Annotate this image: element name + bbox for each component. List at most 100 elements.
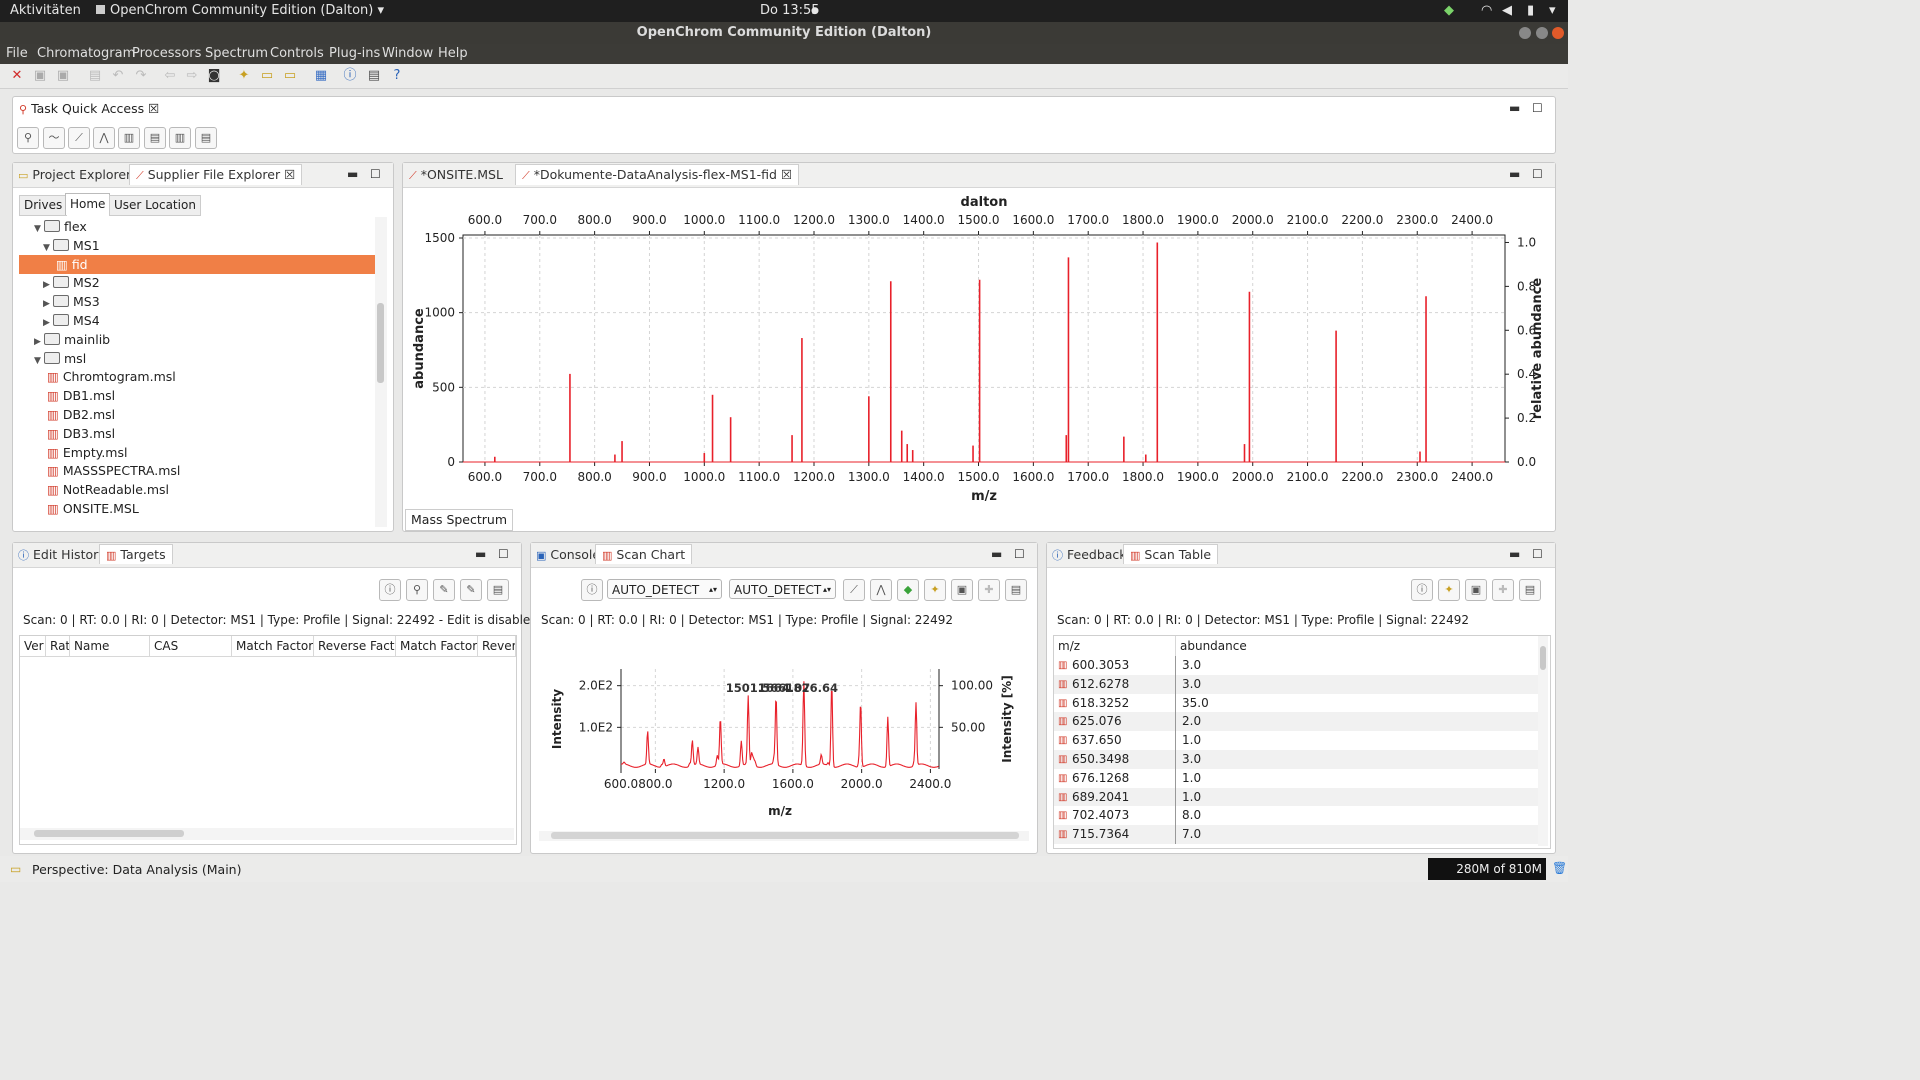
battery-icon[interactable]: ▮ (1527, 3, 1534, 18)
table-row[interactable]: ▥ 612.6278 3.0 (1054, 674, 1538, 694)
maximize-view-button[interactable]: ☐ (1532, 547, 1543, 561)
open-folder-icon[interactable]: ▭ (259, 68, 275, 84)
tab-drives[interactable]: Drives (19, 195, 68, 216)
tree-file[interactable]: ▥ DB1.msl (19, 386, 375, 405)
scrollbar-thumb[interactable] (551, 832, 1019, 839)
search-icon[interactable]: ⚲ (406, 579, 428, 601)
forward-icon[interactable]: ⇨ (184, 68, 200, 84)
save-icon[interactable]: ▣ (32, 68, 48, 84)
tag-icon[interactable]: ◆ (897, 579, 919, 601)
maximize-button[interactable] (1536, 27, 1548, 39)
col-name[interactable]: Name (70, 636, 150, 656)
tab-console[interactable]: ▣ Console (536, 547, 600, 562)
table-settings-icon[interactable]: ▤ (1005, 579, 1027, 601)
scrollbar-thumb[interactable] (34, 830, 184, 837)
camera-icon[interactable]: ◙ (206, 68, 222, 84)
minimize-view-button[interactable]: ▬ (1509, 101, 1520, 115)
spectrum-compare-icon[interactable]: ▤ (144, 127, 166, 149)
scan-chart[interactable]: 600.0 800.0 1200.0 1600.0 2000.0 2400.0 1.0E2 2… (535, 635, 1033, 831)
table-row[interactable]: ▥ 637.650 1.0 (1054, 731, 1538, 751)
tab-close-icon[interactable]: ☒ (781, 167, 792, 182)
task-quick-access-tab[interactable]: ⚲ Task Quick Access ☒ (19, 101, 159, 116)
tree-folder[interactable]: ▼ MS1 (19, 236, 375, 255)
col-reverse-factor[interactable]: Reverse Factor (314, 636, 396, 656)
table-row[interactable]: ▥ 676.1268 1.0 (1054, 768, 1538, 788)
close-icon[interactable]: ✕ (9, 68, 25, 84)
add-icon[interactable]: ✚ (978, 579, 1000, 601)
col-match-factor-2[interactable]: Match Factor (396, 636, 478, 656)
col-rat[interactable]: Rat (46, 636, 70, 656)
wand-icon[interactable]: ✦ (236, 68, 252, 84)
undo-icon[interactable]: ↶ (110, 68, 126, 84)
tab-project-explorer[interactable]: ▭ Project Explorer (18, 167, 131, 182)
minimize-view-button[interactable]: ▬ (475, 547, 486, 561)
table-row[interactable]: ▥ 618.3252 35.0 (1054, 693, 1538, 713)
maximize-view-button[interactable]: ☐ (498, 547, 509, 561)
trash-icon[interactable]: 🗑 (1552, 861, 1567, 875)
table-row[interactable]: ▥ 650.3498 3.0 (1054, 750, 1538, 769)
menu-spectrum[interactable]: Spectrum (205, 46, 268, 61)
col-mz[interactable]: m/z (1054, 636, 1176, 656)
tab-onsite-msl[interactable]: ⟋ *ONSITE.MSL (409, 167, 503, 183)
tab-close-icon[interactable]: ☒ (148, 101, 159, 116)
menu-controls[interactable]: Controls (270, 46, 324, 61)
tab-user-location[interactable]: User Location (109, 195, 201, 216)
tree-folder[interactable]: ▼ flex (19, 217, 375, 236)
scan-chart-hscrollbar[interactable] (539, 831, 1029, 841)
settings-icon[interactable]: ▤ (366, 68, 382, 84)
edit-icon[interactable]: ✎ (433, 579, 455, 601)
back-icon[interactable]: ⇦ (162, 68, 178, 84)
maximize-view-button[interactable]: ☐ (1014, 547, 1025, 561)
tree-folder[interactable]: ▶ MS3 (19, 292, 375, 311)
peak-icon[interactable]: ⋀ (93, 127, 115, 149)
menu-processors[interactable]: Processors (132, 46, 201, 61)
app-menu[interactable]: OpenChrom Community Edition (Dalton) ▾ (96, 3, 384, 18)
menu-chromatogram[interactable]: Chromatogram (37, 46, 135, 61)
signal-type-select[interactable]: AUTO_DETECT ▴▾ (607, 579, 722, 599)
tree-file[interactable]: ▥ MASSSPECTRA.msl (19, 461, 375, 480)
new-folder-icon[interactable]: ▭ (282, 68, 298, 84)
tab-scan-table[interactable]: ▥ Scan Table (1123, 544, 1219, 564)
menu-plugins[interactable]: Plug-ins (329, 46, 380, 61)
close-window-button[interactable] (1552, 27, 1564, 39)
col-cas[interactable]: CAS (150, 636, 232, 656)
wifi-icon[interactable]: ◠ (1481, 3, 1492, 18)
print-icon[interactable]: ▤ (87, 68, 103, 84)
table-settings-icon[interactable]: ▤ (195, 127, 217, 149)
volume-icon[interactable]: ◀ (1502, 3, 1512, 18)
table-row[interactable]: ▥ 702.4073 8.0 (1054, 806, 1538, 826)
tree-file[interactable]: ▥ Chromtogram.msl (19, 367, 375, 386)
menu-help[interactable]: Help (438, 46, 468, 61)
tab-edit-history[interactable]: ⓘ Edit History (18, 547, 106, 563)
menu-window[interactable]: Window (382, 46, 433, 61)
chromatogram-overview-icon[interactable]: ⚲ (17, 127, 39, 149)
col-match-factor[interactable]: Match Factor (232, 636, 314, 656)
tree-file[interactable]: ▥ Empty.msl (19, 443, 375, 462)
minimize-view-button[interactable]: ▬ (347, 167, 358, 181)
tree-folder[interactable]: ▶ mainlib (19, 330, 375, 349)
tab-mass-spectrum[interactable]: Mass Spectrum (405, 509, 514, 531)
scan-table[interactable]: m/z abundance ▥ 600.3053 3.0 ▥ 612.6278 3.0 ▥ 6… (1053, 635, 1551, 849)
targets-table[interactable]: Ver Rat Name CAS Match Factor Reverse Fa… (19, 635, 517, 845)
update-icon[interactable]: ◆ (1444, 3, 1454, 18)
data-type-select[interactable]: AUTO_DETECT ▴▾ (729, 579, 836, 599)
tree-file[interactable]: ▥ fid (19, 254, 375, 274)
minimize-view-button[interactable]: ▬ (1509, 547, 1520, 561)
edit-document-icon[interactable]: ✎ (460, 579, 482, 601)
add-icon[interactable]: ✚ (1492, 579, 1514, 601)
tree-file[interactable]: ▥ NotReadable.msl (19, 480, 375, 499)
table-row[interactable]: ▥ 600.3053 3.0 (1054, 656, 1538, 675)
minimize-view-button[interactable]: ▬ (1509, 167, 1520, 181)
file-tree-scrollbar[interactable] (375, 217, 387, 527)
col-reverse[interactable]: Reverse (478, 636, 516, 656)
menu-file[interactable]: File (6, 46, 28, 61)
tab-home[interactable]: Home (65, 193, 111, 215)
mass-spectrum-icon[interactable]: ▥ (169, 127, 191, 149)
maximize-view-button[interactable]: ☐ (1532, 101, 1543, 115)
info-icon[interactable]: ⓘ (342, 68, 358, 84)
export-icon[interactable]: ▦ (313, 68, 329, 84)
table-row[interactable]: ▥ 625.076 2.0 (1054, 712, 1538, 732)
tab-targets[interactable]: ▥ Targets (99, 544, 173, 564)
table-settings-icon[interactable]: ▤ (487, 579, 509, 601)
tree-folder[interactable]: ▶ MS4 (19, 311, 375, 330)
